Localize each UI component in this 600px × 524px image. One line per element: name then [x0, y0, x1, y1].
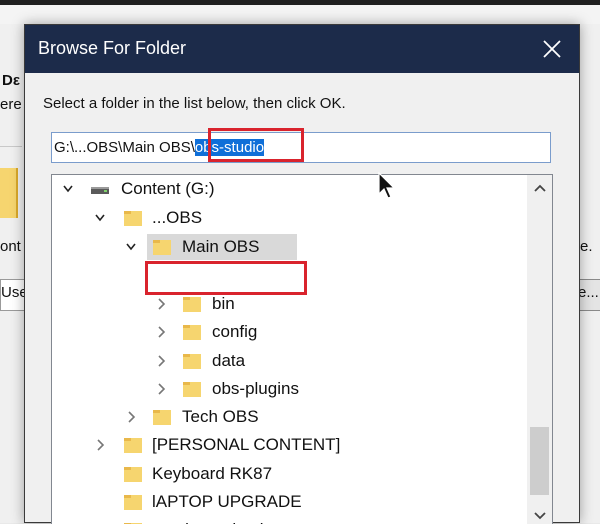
- tree-item-personal-content[interactable]: [PERSONAL CONTENT]: [52, 431, 522, 459]
- tree-item-label: Keyboard RK87: [152, 464, 273, 483]
- background-text-fragment: e...: [578, 284, 599, 301]
- tree-item-label: data: [212, 351, 246, 370]
- folder-icon: [182, 322, 202, 342]
- close-button[interactable]: [525, 25, 579, 73]
- tree-item-main-obs[interactable]: Main OBS: [52, 233, 522, 261]
- tree-item-laptop-upgrade[interactable]: lAPTOP UPGRADE: [52, 488, 522, 516]
- background-title-strip: [0, 0, 600, 5]
- chevron-right-icon[interactable]: [153, 375, 169, 403]
- chevron-down-icon[interactable]: [92, 204, 108, 232]
- tree-item-label: [PERSONAL CONTENT]: [152, 435, 341, 454]
- browse-for-folder-dialog: Browse For Folder Select a folder in the…: [24, 24, 580, 524]
- scroll-up-button[interactable]: [527, 175, 552, 200]
- folder-tree[interactable]: Content (G:) ...OBS Main OBS bin config …: [51, 174, 553, 524]
- folder-path-selected-text: obs-studio: [194, 139, 265, 156]
- chevron-down-icon: [533, 512, 546, 520]
- chevron-right-icon[interactable]: [123, 403, 139, 431]
- chevron-right-icon[interactable]: [153, 347, 169, 375]
- folder-icon: [123, 492, 143, 512]
- folder-icon: [123, 520, 143, 524]
- tree-item-label: config: [212, 322, 258, 341]
- scroll-thumb[interactable]: [530, 427, 549, 495]
- tree-item-label: Tech OBS: [182, 407, 259, 426]
- folder-icon: [123, 208, 143, 228]
- scroll-down-button[interactable]: [527, 507, 552, 524]
- background-text-fragment: ont: [0, 238, 21, 255]
- folder-icon: [123, 464, 143, 484]
- background-text-fragment: e.: [580, 238, 593, 255]
- tree-item-label: lAPTOP UPGRADE: [152, 492, 302, 511]
- tree-item-tech-obs[interactable]: Tech OBS: [52, 403, 522, 431]
- folder-path-prefix: G:\...OBS\Main OBS\: [54, 139, 195, 156]
- tree-item-config[interactable]: config: [52, 318, 522, 346]
- chevron-right-icon[interactable]: [153, 290, 169, 318]
- tree-item-label: Content (G:): [121, 179, 215, 198]
- tree-item-label: Main OBS: [182, 237, 260, 256]
- folder-icon: [182, 379, 202, 399]
- chevron-up-icon: [533, 184, 546, 192]
- chevron-right-icon[interactable]: [153, 318, 169, 346]
- instruction-text: Select a folder in the list below, then …: [43, 95, 346, 112]
- chevron-right-icon[interactable]: [92, 431, 108, 459]
- vertical-scrollbar[interactable]: [527, 175, 552, 524]
- tree-item-keyboard-rk87[interactable]: Keyboard RK87: [52, 460, 522, 488]
- tree-item-label: obs-plugins: [212, 379, 299, 398]
- tree-item-label: ...OBS: [152, 208, 203, 227]
- tree-item-label: bin: [212, 294, 235, 313]
- folder-path-input[interactable]: G:\...OBS\Main OBS\obs-studio: [51, 132, 551, 163]
- folder-icon: [123, 435, 143, 455]
- dialog-title: Browse For Folder: [38, 38, 187, 58]
- folder-icon: [182, 351, 202, 371]
- chevron-down-icon[interactable]: [123, 233, 139, 261]
- folder-icon: [152, 237, 172, 257]
- tree-item-obs-plugins[interactable]: obs-plugins: [52, 375, 522, 403]
- tree-item-content-drive[interactable]: Content (G:): [52, 175, 522, 203]
- background-divider: [0, 146, 22, 147]
- drive-icon: [90, 179, 110, 199]
- background-text-fragment: ere: [0, 96, 22, 113]
- tree-item-obs[interactable]: ...OBS: [52, 204, 522, 232]
- tree-item-bin[interactable]: bin: [52, 290, 522, 318]
- folder-icon: [182, 294, 202, 314]
- close-icon: [543, 40, 561, 58]
- folder-icon: [152, 407, 172, 427]
- background-text-fragment: Dε: [2, 72, 20, 89]
- background-folder-icon: [0, 168, 18, 218]
- chevron-down-icon[interactable]: [60, 175, 76, 203]
- tree-item-data[interactable]: data: [52, 347, 522, 375]
- dialog-titlebar[interactable]: Browse For Folder: [25, 25, 579, 73]
